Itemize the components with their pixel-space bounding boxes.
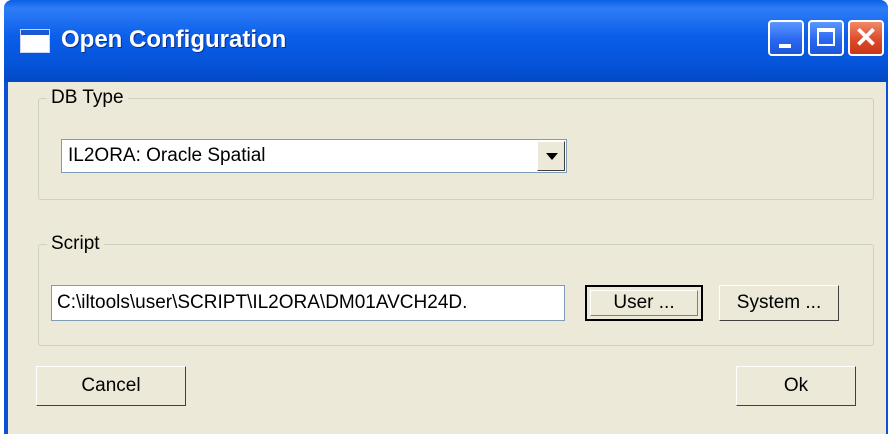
- db-type-selected-value: IL2ORA: Oracle Spatial: [68, 145, 266, 166]
- db-type-dropdown-button[interactable]: [537, 141, 565, 171]
- system-button-label: System ...: [736, 292, 822, 313]
- db-type-select[interactable]: IL2ORA: Oracle Spatial: [61, 139, 567, 173]
- dropdown-arrow-icon: [546, 153, 558, 160]
- script-path-value: C:\iltools\user\SCRIPT\IL2ORA\DM01AVCH24…: [57, 292, 468, 313]
- window-icon: [20, 29, 50, 53]
- user-button-focus-frame: [590, 290, 698, 316]
- dialog-body: DB Type IL2ORA: Oracle Spatial Script C:…: [8, 82, 886, 434]
- ok-button[interactable]: Ok: [736, 366, 856, 406]
- dialog-window: Open Configuration ✕ DB Type IL2ORA: Ora…: [4, 0, 888, 434]
- system-script-button[interactable]: System ...: [719, 285, 839, 321]
- title-bar[interactable]: Open Configuration ✕: [4, 0, 888, 82]
- close-button[interactable]: ✕: [848, 20, 884, 56]
- db-type-group: DB Type IL2ORA: Oracle Spatial: [38, 87, 874, 200]
- maximize-icon: [817, 28, 835, 46]
- ok-button-label: Ok: [783, 375, 809, 396]
- user-script-button[interactable]: User ...: [585, 285, 703, 321]
- minimize-button[interactable]: [768, 20, 804, 56]
- cancel-button[interactable]: Cancel: [36, 366, 186, 406]
- db-type-group-label: DB Type: [47, 87, 128, 109]
- cancel-button-label: Cancel: [81, 375, 141, 396]
- script-group: Script C:\iltools\user\SCRIPT\IL2ORA\DM0…: [38, 233, 874, 346]
- close-icon: ✕: [854, 22, 878, 53]
- minimize-icon: [779, 44, 791, 48]
- script-path-input[interactable]: C:\iltools\user\SCRIPT\IL2ORA\DM01AVCH24…: [51, 285, 565, 321]
- window-title: Open Configuration: [61, 26, 287, 53]
- maximize-button[interactable]: [808, 20, 844, 56]
- script-group-label: Script: [47, 233, 104, 255]
